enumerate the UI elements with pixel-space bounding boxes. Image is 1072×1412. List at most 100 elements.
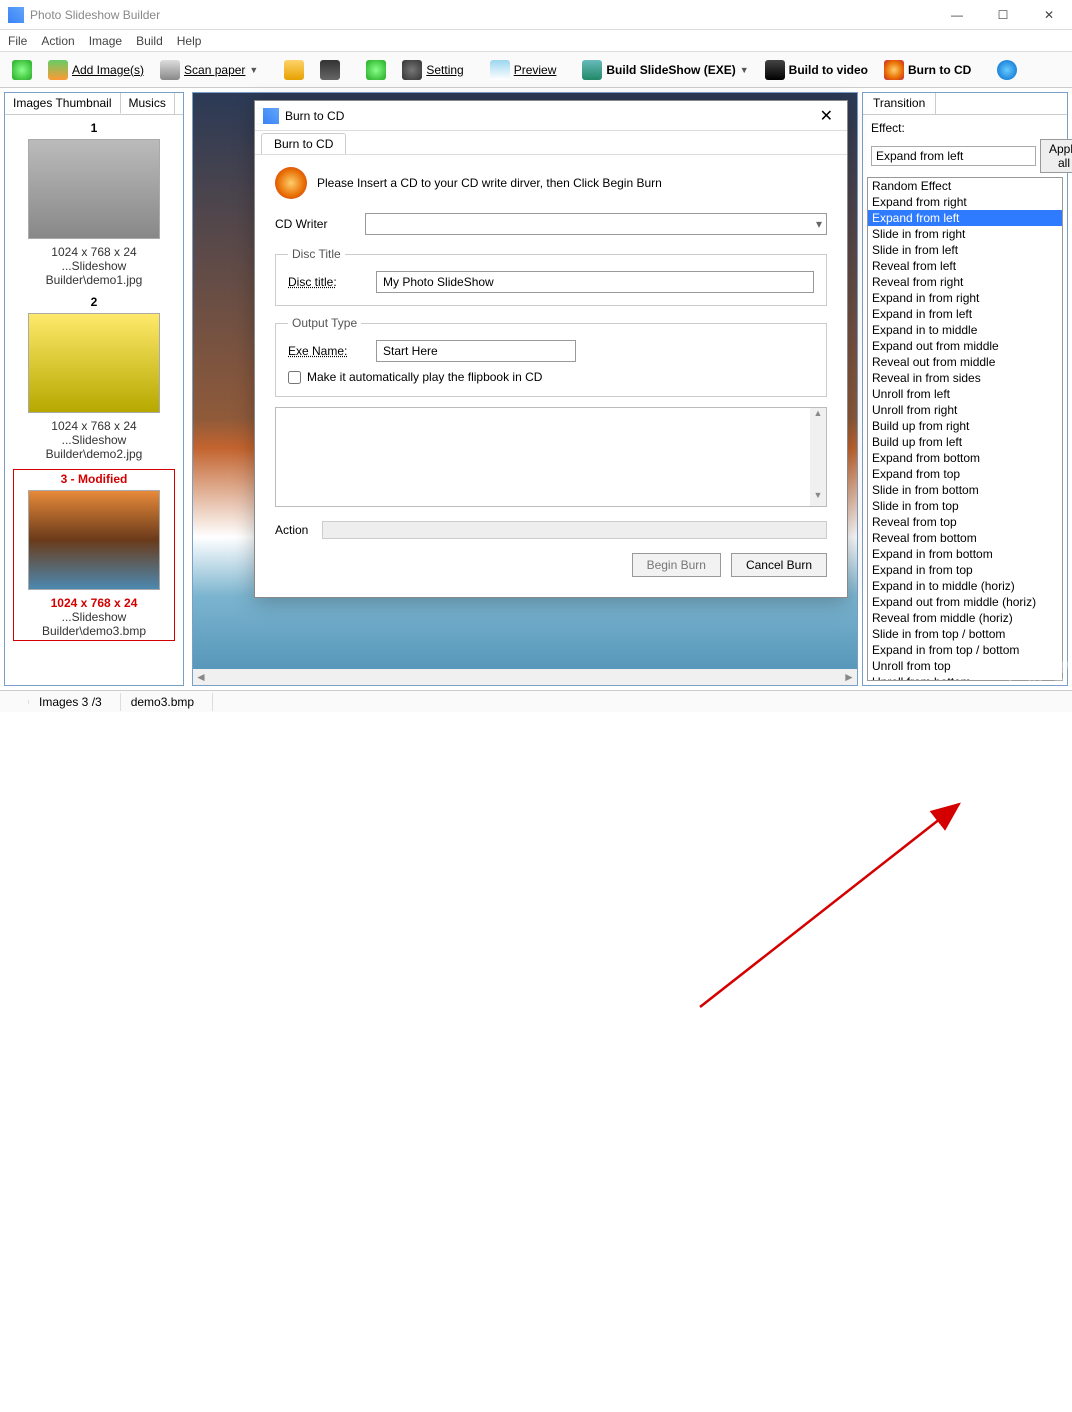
- action-label: Action: [275, 523, 308, 537]
- effect-item[interactable]: Expand from left: [868, 210, 1062, 226]
- effect-item[interactable]: Slide in from top: [868, 498, 1062, 514]
- minimize-button[interactable]: —: [934, 0, 980, 30]
- effect-item[interactable]: Expand out from middle (horiz): [868, 594, 1062, 610]
- burn-cd-button[interactable]: Burn to CD: [878, 57, 977, 83]
- menu-image[interactable]: Image: [89, 34, 122, 48]
- exe-name-input[interactable]: [376, 340, 576, 362]
- dialog-hint: Please Insert a CD to your CD write dirv…: [317, 176, 662, 190]
- scan-paper-button[interactable]: Scan paper▼: [154, 57, 264, 83]
- build-exe-icon: [582, 60, 602, 80]
- thumbnail-item[interactable]: 2 1024 x 768 x 24...Slideshow Builder\dem…: [13, 295, 175, 461]
- build-exe-button[interactable]: Build SlideShow (EXE)▼: [576, 57, 754, 83]
- cd-writer-label: CD Writer: [275, 217, 355, 231]
- tab-images-thumbnail[interactable]: Images Thumbnail: [5, 93, 121, 114]
- effect-item[interactable]: Reveal in from sides: [868, 370, 1062, 386]
- menu-action[interactable]: Action: [41, 34, 74, 48]
- effect-item[interactable]: Build up from right: [868, 418, 1062, 434]
- effect-item[interactable]: Expand in from bottom: [868, 546, 1062, 562]
- preview-button[interactable]: Preview: [484, 57, 563, 83]
- effect-item[interactable]: Reveal from middle (horiz): [868, 610, 1062, 626]
- disc-title-input[interactable]: [376, 271, 814, 293]
- annotation-arrow: [0, 712, 1072, 1412]
- effect-item[interactable]: Slide in from top / bottom: [868, 626, 1062, 642]
- thumb-path: ...Slideshow Builder\demo2.jpg: [13, 433, 175, 461]
- effect-item[interactable]: Expand in from top: [868, 562, 1062, 578]
- back-icon: [12, 60, 32, 80]
- dialog-body: Please Insert a CD to your CD write dirv…: [255, 155, 847, 589]
- thumb-dimensions: 1024 x 768 x 24: [13, 245, 175, 259]
- log-scrollbar[interactable]: ▲▼: [810, 408, 826, 506]
- effects-list[interactable]: Random EffectExpand from rightExpand fro…: [867, 177, 1063, 681]
- apply-all-button[interactable]: Apply all: [1040, 139, 1072, 173]
- menu-build[interactable]: Build: [136, 34, 163, 48]
- autoplay-checkbox[interactable]: [288, 371, 301, 384]
- window-title: Photo Slideshow Builder: [30, 8, 160, 22]
- effect-item[interactable]: Expand in to middle (horiz): [868, 578, 1062, 594]
- add-images-button[interactable]: Add Image(s): [42, 57, 150, 83]
- help-button[interactable]: [360, 57, 392, 83]
- tab-musics[interactable]: Musics: [121, 93, 175, 114]
- scanner-icon: [160, 60, 180, 80]
- build-video-button[interactable]: Build to video: [759, 57, 874, 83]
- thumb-number: 2: [13, 295, 175, 309]
- begin-burn-button[interactable]: Begin Burn: [632, 553, 721, 577]
- effect-item[interactable]: Slide in from bottom: [868, 482, 1062, 498]
- maximize-button[interactable]: ☐: [980, 0, 1026, 30]
- effect-item[interactable]: Reveal from bottom: [868, 530, 1062, 546]
- effect-selected-input[interactable]: [871, 146, 1036, 166]
- autoplay-label: Make it automatically play the flipbook …: [307, 370, 542, 384]
- effect-item[interactable]: Slide in from right: [868, 226, 1062, 242]
- effect-item[interactable]: Expand in from right: [868, 290, 1062, 306]
- effect-item[interactable]: Expand out from middle: [868, 338, 1062, 354]
- thumb-dimensions: 1024 x 768 x 24: [13, 419, 175, 433]
- thumb-image: [28, 313, 160, 413]
- thumb-number: 1: [13, 121, 175, 135]
- disc-title-label: Disc title:: [288, 275, 368, 289]
- right-panel: Transition Effect: Apply all Random Effe…: [862, 92, 1068, 686]
- effect-item[interactable]: Reveal from left: [868, 258, 1062, 274]
- horizontal-scrollbar[interactable]: ◄►: [193, 669, 857, 685]
- effect-item[interactable]: Expand in to middle: [868, 322, 1062, 338]
- effect-item[interactable]: Reveal out from middle: [868, 354, 1062, 370]
- menu-file[interactable]: File: [8, 34, 27, 48]
- menu-bar: File Action Image Build Help: [0, 30, 1072, 52]
- effect-item[interactable]: Unroll from right: [868, 402, 1062, 418]
- effect-item[interactable]: Build up from left: [868, 434, 1062, 450]
- dialog-close-button[interactable]: ✕: [814, 104, 839, 128]
- cd-writer-combo[interactable]: ▾: [365, 213, 827, 235]
- thumbnail-item[interactable]: 3 - Modified1024 x 768 x 24...Slideshow …: [13, 469, 175, 641]
- effect-item[interactable]: Unroll from left: [868, 386, 1062, 402]
- status-bar: Images 3 /3 demo3.bmp: [0, 690, 1072, 712]
- effect-item[interactable]: Expand in from left: [868, 306, 1062, 322]
- thumbnail-item[interactable]: 11024 x 768 x 24...Slideshow Builder\dem…: [13, 121, 175, 287]
- status-image-count: Images 3 /3: [29, 693, 121, 711]
- log-box[interactable]: ▲▼: [275, 407, 827, 507]
- effect-item[interactable]: Slide in from left: [868, 242, 1062, 258]
- open-icon: [284, 60, 304, 80]
- effect-item[interactable]: Expand from top: [868, 466, 1062, 482]
- effect-item[interactable]: Reveal from top: [868, 514, 1062, 530]
- back-button[interactable]: [6, 57, 38, 83]
- menu-help[interactable]: Help: [177, 34, 202, 48]
- dialog-titlebar: Burn to CD ✕: [255, 101, 847, 131]
- close-button[interactable]: ✕: [1026, 0, 1072, 30]
- dialog-tab-burn[interactable]: Burn to CD: [261, 133, 346, 154]
- thumbnails-list[interactable]: 11024 x 768 x 24...Slideshow Builder\dem…: [5, 115, 183, 685]
- effect-item[interactable]: Expand from right: [868, 194, 1062, 210]
- thumb-image: [28, 490, 160, 590]
- tab-transition[interactable]: Transition: [863, 93, 936, 114]
- setting-button[interactable]: Setting: [396, 57, 469, 83]
- title-bar: Photo Slideshow Builder — ☐ ✕: [0, 0, 1072, 30]
- effect-item[interactable]: Expand from bottom: [868, 450, 1062, 466]
- effect-item[interactable]: Reveal from right: [868, 274, 1062, 290]
- info-button[interactable]: [991, 57, 1023, 83]
- watermark: 下载吧: [1000, 654, 1066, 686]
- open-button[interactable]: [278, 57, 310, 83]
- left-panel: Images Thumbnail Musics 1 1024 x 768 x 24…: [4, 92, 184, 686]
- save-icon: [320, 60, 340, 80]
- effect-item[interactable]: Random Effect: [868, 178, 1062, 194]
- toolbar: Add Image(s) Scan paper▼ Setting Preview…: [0, 52, 1072, 88]
- preview-icon: [490, 60, 510, 80]
- save-button[interactable]: [314, 57, 346, 83]
- cancel-burn-button[interactable]: Cancel Burn: [731, 553, 827, 577]
